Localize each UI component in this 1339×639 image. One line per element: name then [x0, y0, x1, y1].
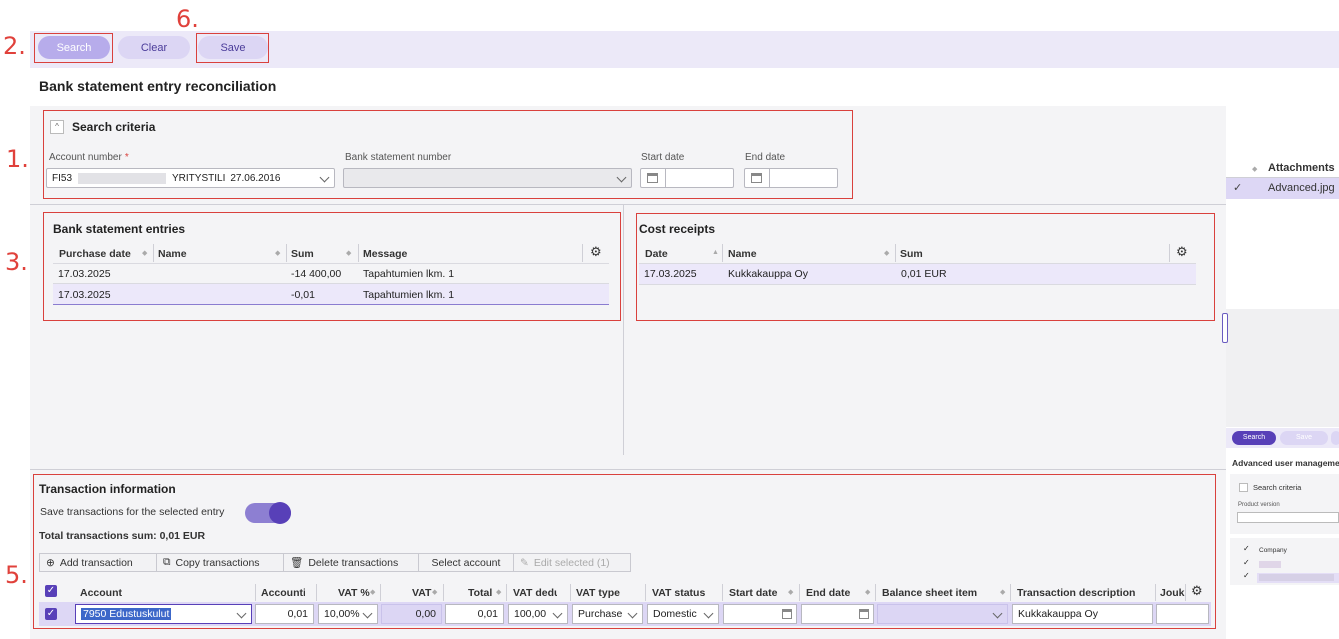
mini-extra-button[interactable]	[1331, 431, 1339, 445]
attachments-header[interactable]: Attachments	[1268, 162, 1335, 174]
mini-save-button[interactable]: Save	[1280, 431, 1328, 445]
mini-search-button[interactable]: Search	[1232, 431, 1276, 445]
attachments-panel	[1226, 106, 1339, 309]
highlight-bank-entries	[43, 212, 621, 321]
highlight-search	[34, 33, 113, 63]
mini-product-label: Product version	[1238, 502, 1280, 508]
divider	[30, 204, 1226, 205]
panel-resize-handle[interactable]	[1222, 313, 1228, 343]
marker-6: 6.	[176, 5, 199, 33]
attachment-file[interactable]: Advanced.jpg	[1268, 182, 1335, 194]
redacted-area	[1259, 574, 1334, 581]
mini-criteria-title: Search criteria	[1253, 483, 1302, 492]
highlight-search-criteria	[43, 110, 853, 199]
divider	[623, 205, 624, 455]
mini-product-input[interactable]	[1237, 512, 1339, 523]
mini-title: Advanced user manageme	[1232, 458, 1339, 468]
divider	[30, 469, 1226, 470]
highlight-transaction	[33, 474, 1216, 629]
marker-1: 1.	[6, 145, 29, 173]
highlight-cost-receipts	[636, 213, 1215, 321]
preview-area	[1226, 309, 1339, 427]
check-icon: ✓	[1233, 182, 1243, 194]
mini-check-icon: ✓	[1243, 558, 1250, 567]
mini-collapse-toggle[interactable]	[1239, 483, 1248, 492]
sort-icon[interactable]: ◆	[1252, 165, 1257, 173]
redacted-area	[1259, 561, 1281, 568]
mini-check-icon: ✓	[1243, 571, 1250, 580]
clear-button[interactable]: Clear	[118, 36, 190, 59]
marker-5: 5.	[5, 561, 28, 589]
highlight-save	[196, 33, 269, 63]
mini-company-header: Company	[1259, 547, 1287, 554]
page-title: Bank statement entry reconciliation	[39, 78, 277, 94]
marker-2: 2.	[3, 32, 26, 60]
mini-check-icon: ✓	[1243, 544, 1250, 553]
marker-3: 3.	[5, 248, 28, 276]
